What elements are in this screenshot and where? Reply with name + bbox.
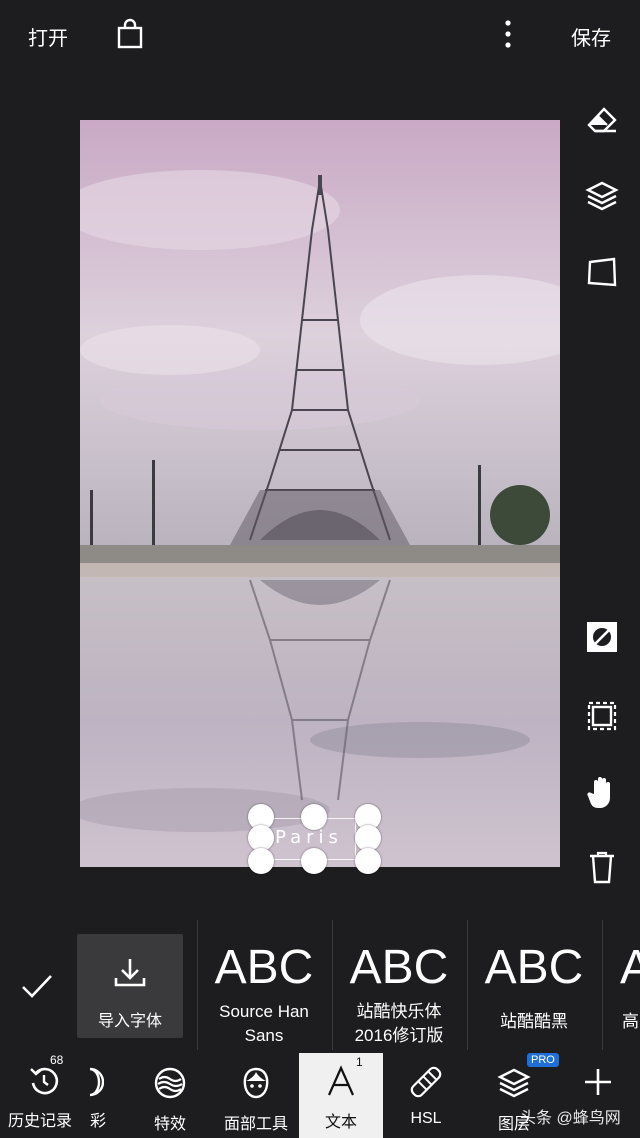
hsl-label: HSL <box>410 1110 442 1127</box>
font-name: 站酷快乐体 2016修订版 <box>354 1002 444 1045</box>
hand-pan-icon[interactable] <box>586 774 616 810</box>
color-icon <box>80 1067 105 1102</box>
resize-handle-bl[interactable] <box>248 848 274 874</box>
resize-handle-br[interactable] <box>355 848 381 874</box>
shopping-bag-icon[interactable] <box>116 18 144 50</box>
font-option-partial[interactable]: A 高 <box>604 920 640 1050</box>
trash-icon[interactable] <box>589 850 615 884</box>
effects-icon <box>154 1067 186 1104</box>
resize-handle-bm[interactable] <box>301 848 327 874</box>
tool-effects[interactable]: 特效 <box>138 1053 202 1138</box>
font-option-zcool-happy[interactable]: ABC 站酷快乐体 2016修订版 <box>334 920 464 1050</box>
text-layer-content: Paris <box>275 827 343 848</box>
tool-text[interactable]: 1 文本 <box>299 1053 383 1138</box>
layers-icon[interactable] <box>585 180 619 212</box>
color-label: 彩 <box>90 1113 107 1130</box>
eraser-icon[interactable] <box>586 106 618 134</box>
more-options-icon[interactable] <box>502 18 514 50</box>
tool-face[interactable]: 面部工具 <box>218 1053 294 1138</box>
blend-mode-icon[interactable] <box>585 620 619 654</box>
font-name: 高 <box>622 1012 639 1031</box>
face-label: 面部工具 <box>223 1116 288 1133</box>
resize-handle-tm[interactable] <box>301 804 327 830</box>
history-icon: 68 <box>28 1053 63 1102</box>
text-icon: 1 <box>326 1055 363 1102</box>
import-font-label: 导入字体 <box>97 1013 162 1030</box>
divider <box>332 920 333 1050</box>
font-preview: ABC <box>349 941 449 994</box>
effects-label: 特效 <box>153 1116 186 1133</box>
pro-badge: PRO <box>527 1053 559 1067</box>
eiffel-tower-photo <box>80 120 560 867</box>
history-count-badge: 68 <box>50 1053 64 1067</box>
save-button[interactable]: 保存 <box>571 22 611 51</box>
text-label: 文本 <box>324 1114 357 1131</box>
hsl-icon <box>409 1065 443 1104</box>
crop-select-icon[interactable] <box>586 698 618 732</box>
history-label: 历史记录 <box>8 1113 73 1130</box>
font-preview: ABC <box>484 941 584 994</box>
import-font-button[interactable]: 导入字体 <box>77 934 183 1038</box>
font-preview: A <box>620 941 640 994</box>
confirm-check-icon[interactable] <box>20 972 54 1000</box>
download-icon <box>113 956 147 993</box>
divider <box>602 920 603 1050</box>
face-icon <box>241 1067 271 1104</box>
tool-color[interactable]: 彩 <box>72 1053 112 1138</box>
divider <box>197 920 198 1050</box>
photo-canvas[interactable] <box>80 120 560 867</box>
plus-icon <box>583 1067 613 1102</box>
perspective-icon[interactable] <box>586 256 618 288</box>
font-option-zcool-black[interactable]: ABC 站酷酷黑 <box>469 920 599 1050</box>
watermark-text: 头条 @蜂鸟网 <box>520 1110 621 1127</box>
tool-hsl[interactable]: HSL <box>396 1053 456 1138</box>
divider <box>467 920 468 1050</box>
font-preview: ABC <box>214 941 314 994</box>
layers-tool-icon: PRO <box>497 1053 559 1104</box>
open-button[interactable]: 打开 <box>28 22 68 51</box>
font-name: 站酷酷黑 <box>500 1012 568 1031</box>
text-layer-count-badge: 1 <box>356 1055 363 1069</box>
font-option-source-han-sans[interactable]: ABC Source Han Sans <box>199 920 329 1050</box>
font-name: Source Han Sans <box>219 1002 309 1045</box>
